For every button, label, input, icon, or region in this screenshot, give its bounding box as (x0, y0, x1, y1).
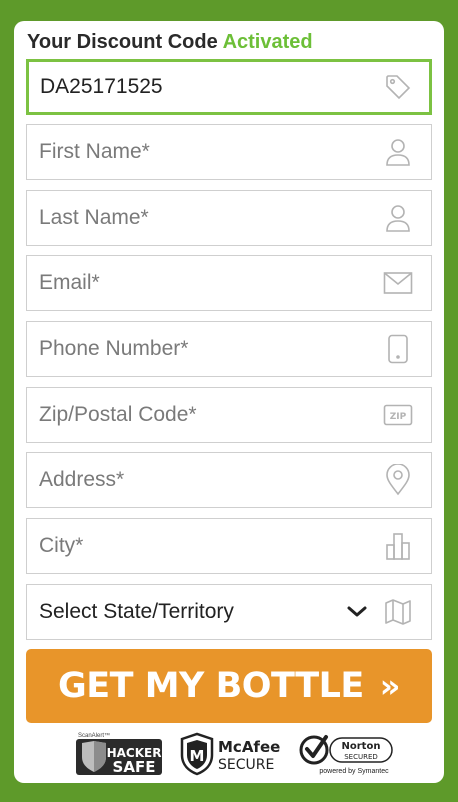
chevron-down-icon[interactable] (345, 604, 369, 620)
envelope-icon (383, 268, 413, 298)
mcafee-line1: McAfee (218, 738, 280, 756)
zip-placeholder: Zip/Postal Code* (39, 403, 197, 426)
hacker-safe-top: ScanAlert™ (78, 732, 110, 739)
first-name-field[interactable]: First Name* (26, 124, 432, 180)
address-placeholder: Address* (39, 468, 125, 491)
hacker-safe-badge: ScanAlert™ HACKER SAFE (76, 732, 162, 776)
zip-icon: ZIP (383, 400, 413, 430)
security-badges: ScanAlert™ HACKER SAFE M McAfee SECURE N… (74, 731, 394, 777)
discount-status: Activated (222, 31, 313, 53)
email-field[interactable]: Email* (26, 255, 432, 311)
discount-code-value: DA25171525 (40, 75, 163, 98)
tag-icon (383, 72, 413, 102)
svg-text:M: M (190, 747, 205, 765)
norton-line2: SECURED (344, 753, 378, 761)
last-name-field[interactable]: Last Name* (26, 190, 432, 246)
phone-placeholder: Phone Number* (39, 337, 189, 360)
user-icon (383, 137, 413, 167)
mcafee-line2: SECURE (218, 757, 274, 773)
user-icon (383, 203, 413, 233)
map-icon (383, 597, 413, 627)
hacker-safe-line2: SAFE (113, 758, 156, 776)
checkout-form-card: Your Discount Code Activated DA25171525 … (14, 21, 444, 783)
city-placeholder: City* (39, 534, 84, 557)
phone-field[interactable]: Phone Number* (26, 321, 432, 377)
mcafee-secure-badge: M McAfee SECURE (180, 732, 280, 776)
svg-text:ZIP: ZIP (390, 412, 407, 422)
first-name-placeholder: First Name* (39, 140, 150, 163)
discount-code-field[interactable]: DA25171525 (26, 59, 432, 115)
discount-heading: Your Discount Code Activated (27, 31, 313, 54)
state-select-value: Select State/Territory (39, 600, 234, 623)
norton-line1: Norton (342, 741, 381, 752)
address-field[interactable]: Address* (26, 452, 432, 508)
norton-secured-badge: Norton SECURED powered by Symantec (299, 735, 393, 775)
map-pin-icon (383, 464, 413, 496)
email-placeholder: Email* (39, 271, 100, 294)
norton-footer: powered by Symantec (319, 768, 389, 775)
buildings-icon (383, 531, 413, 561)
discount-heading-label: Your Discount Code (27, 31, 218, 53)
last-name-placeholder: Last Name* (39, 206, 149, 229)
city-field[interactable]: City* (26, 518, 432, 574)
state-select[interactable]: Select State/Territory (26, 584, 432, 640)
phone-icon (383, 334, 413, 364)
double-chevron-right-icon: » (379, 667, 401, 705)
zip-field[interactable]: Zip/Postal Code* ZIP (26, 387, 432, 443)
get-my-bottle-button[interactable]: GET MY BOTTLE » (26, 649, 432, 723)
cta-label: GET MY BOTTLE (58, 666, 364, 706)
